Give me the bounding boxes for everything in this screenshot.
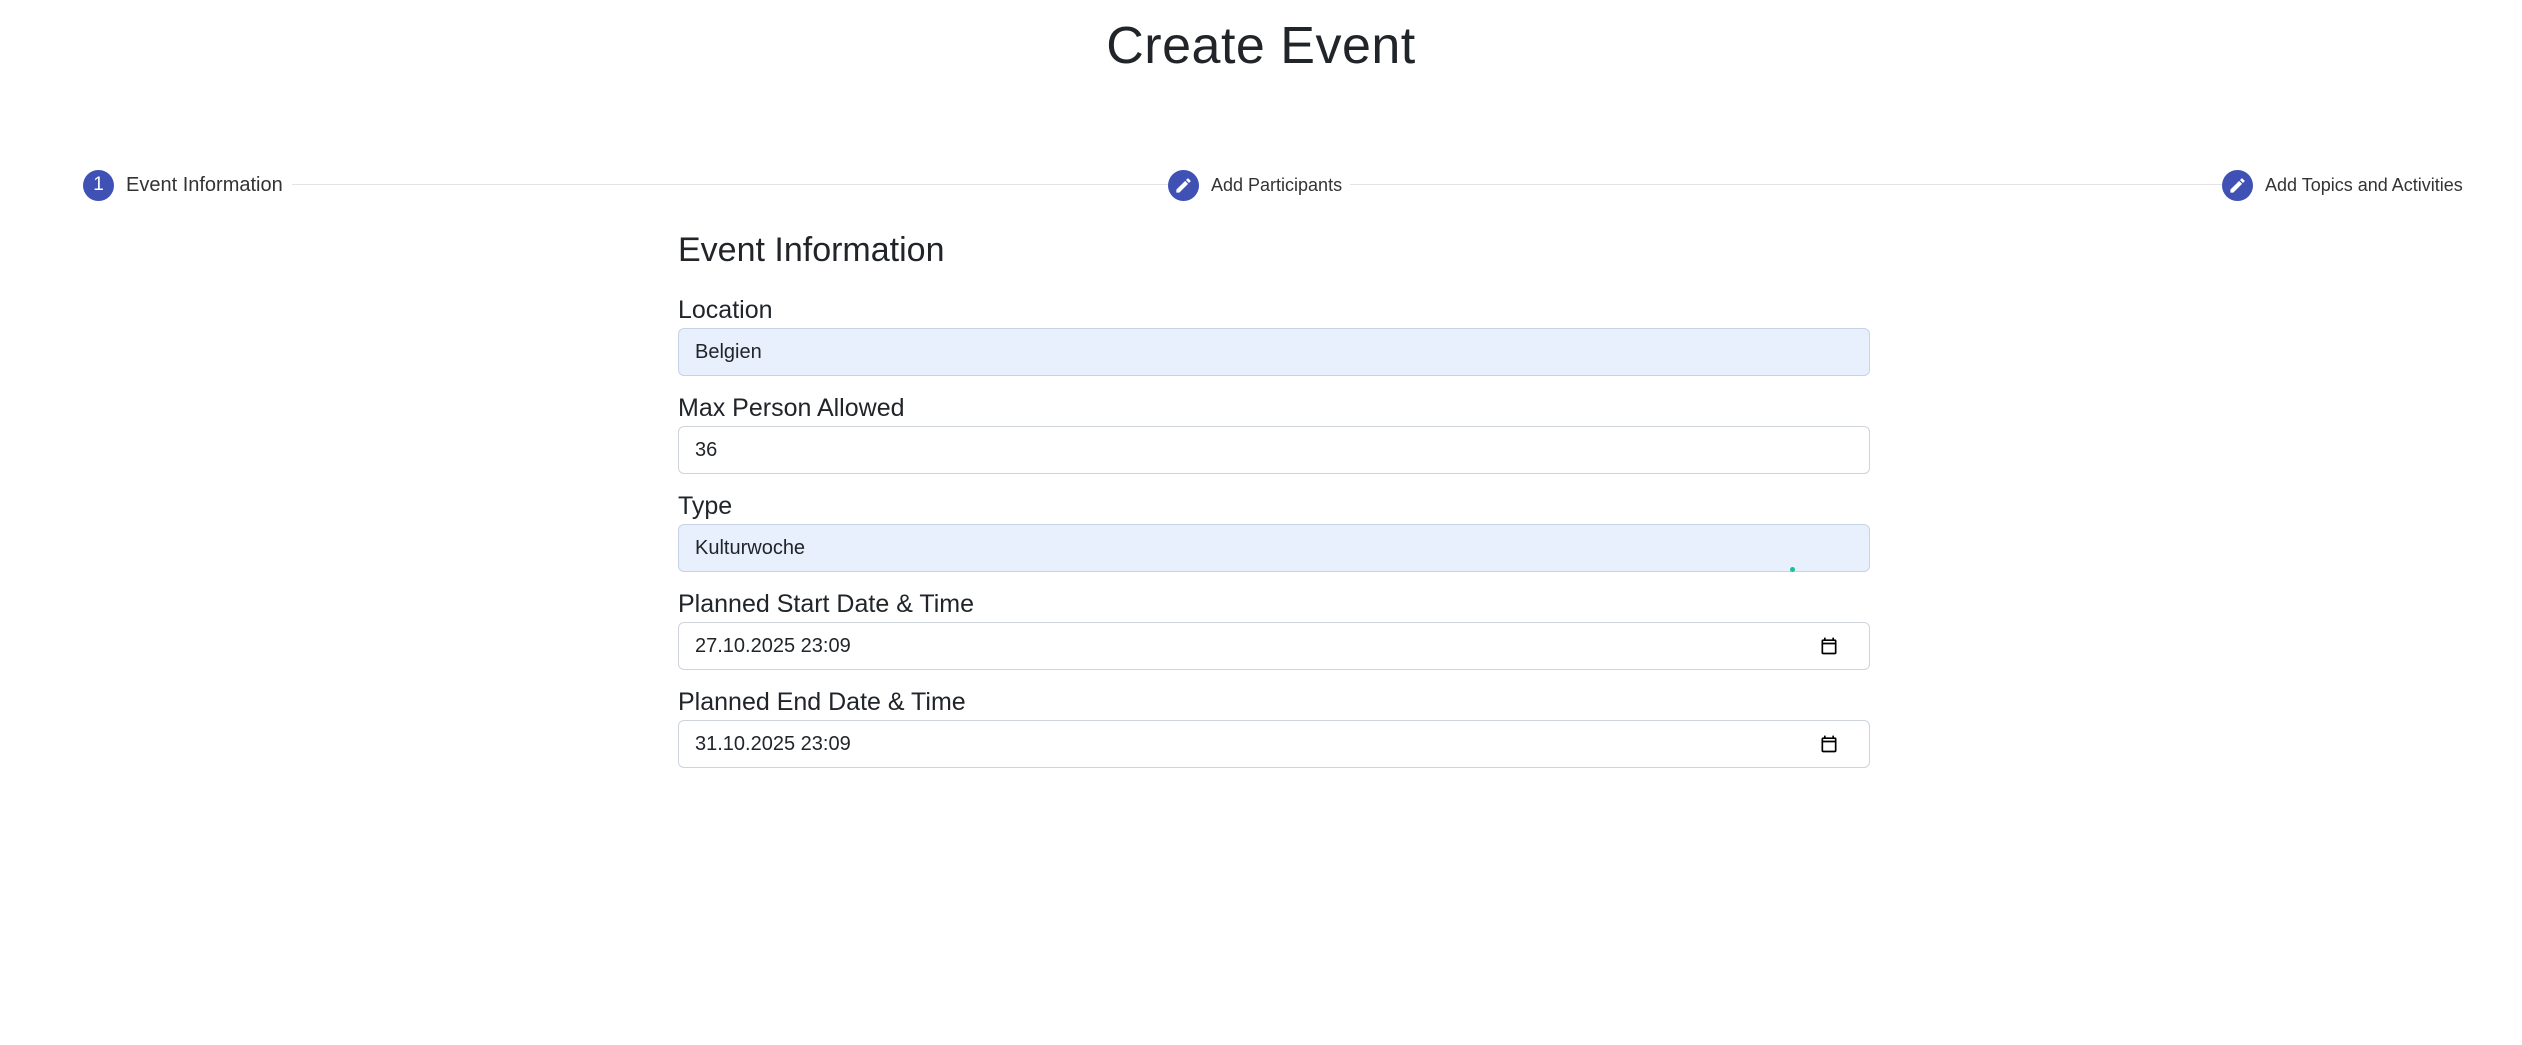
max-persons-value: 36 bbox=[695, 438, 718, 461]
pencil-icon bbox=[1168, 169, 1199, 201]
stepper-connector-2 bbox=[1350, 184, 2222, 185]
step-add-topics-activities[interactable]: Add Topics and Activities bbox=[2222, 168, 2463, 202]
start-datetime-label: Planned Start Date & Time bbox=[678, 590, 974, 618]
max-persons-input[interactable]: 36 bbox=[678, 426, 1870, 474]
type-field-group: Type Kulturwoche bbox=[678, 490, 1870, 572]
step-label: Event Information bbox=[126, 173, 283, 196]
stepper: 1 Event Information Add Participants Add… bbox=[0, 168, 2522, 202]
end-datetime-label: Planned End Date & Time bbox=[678, 688, 966, 716]
end-datetime-field-group: Planned End Date & Time 31.10.2025 23:09 bbox=[678, 686, 1870, 768]
section-title: Event Information bbox=[678, 231, 945, 269]
step-event-information[interactable]: 1 Event Information bbox=[83, 168, 283, 202]
stepper-connector-1 bbox=[292, 184, 1168, 185]
max-persons-label: Max Person Allowed bbox=[678, 394, 905, 422]
page-title: Create Event bbox=[1106, 17, 1416, 75]
type-label: Type bbox=[678, 492, 733, 520]
pencil-icon bbox=[2222, 169, 2253, 201]
step-label: Add Topics and Activities bbox=[2265, 174, 2463, 195]
start-datetime-field-group: Planned Start Date & Time 27.10.2025 23:… bbox=[678, 588, 1870, 670]
location-input[interactable]: Belgien bbox=[678, 328, 1870, 376]
start-datetime-input[interactable]: 27.10.2025 23:09 bbox=[678, 622, 1870, 670]
event-information-form: Event Information Location Belgien Max P… bbox=[678, 226, 1870, 784]
location-value: Belgien bbox=[695, 340, 762, 363]
location-field-group: Location Belgien bbox=[678, 294, 1870, 376]
max-persons-field-group: Max Person Allowed 36 bbox=[678, 392, 1870, 474]
calendar-icon[interactable] bbox=[1819, 734, 1839, 754]
mouse-cursor-dot bbox=[1790, 567, 1795, 572]
create-event-page: Create Event 1 Event Information Add Par… bbox=[0, 0, 2522, 1045]
location-label: Location bbox=[678, 296, 773, 324]
step-number-badge: 1 bbox=[83, 169, 114, 201]
end-datetime-value: 31.10.2025 23:09 bbox=[695, 732, 851, 755]
step-label: Add Participants bbox=[1211, 174, 1343, 195]
type-value: Kulturwoche bbox=[695, 536, 806, 559]
end-datetime-input[interactable]: 31.10.2025 23:09 bbox=[678, 720, 1870, 768]
start-datetime-value: 27.10.2025 23:09 bbox=[695, 634, 851, 657]
type-input[interactable]: Kulturwoche bbox=[678, 524, 1870, 572]
step-add-participants[interactable]: Add Participants bbox=[1168, 168, 1343, 202]
calendar-icon[interactable] bbox=[1819, 636, 1839, 656]
